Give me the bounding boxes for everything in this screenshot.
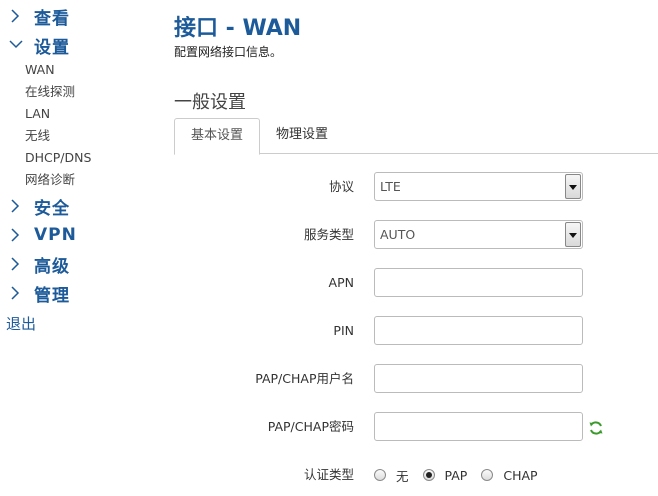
protocol-label: 协议 — [328, 179, 354, 194]
logout-link[interactable]: 退出 — [6, 313, 36, 334]
tab-physical-settings[interactable]: 物理设置 — [260, 118, 344, 154]
sidebar-item-network-diagnostics[interactable]: 网络诊断 — [25, 171, 75, 189]
radio-circle — [481, 469, 494, 481]
radio-circle — [374, 469, 386, 481]
chevron-right-icon — [6, 195, 28, 217]
sidebar-item-online-detect[interactable]: 在线探测 — [25, 83, 75, 101]
nav-item-view[interactable]: 查看 — [6, 5, 70, 29]
refresh-icon[interactable] — [588, 420, 604, 436]
chevron-right-icon — [6, 282, 28, 304]
pin-input[interactable] — [374, 316, 583, 345]
auth-type-pap-radio[interactable]: PAP — [422, 467, 468, 483]
service-type-label: 服务类型 — [303, 227, 354, 242]
radio-label: CHAP — [503, 467, 538, 483]
radio-label: 无 — [396, 468, 409, 484]
radio-label: PAP — [444, 467, 468, 483]
nav-item-label: 查看 — [34, 8, 70, 29]
auth-type-label: 认证类型 — [303, 467, 354, 482]
auth-type-chap-radio[interactable]: CHAP — [481, 467, 538, 483]
username-label: PAP/CHAP用户名 — [255, 371, 354, 386]
tab-basic-settings[interactable]: 基本设置 — [174, 118, 261, 155]
nav-item-label: 管理 — [34, 285, 70, 306]
section-title: 一般设置 — [174, 92, 246, 113]
nav-item-advanced[interactable]: 高级 — [6, 253, 70, 277]
service-type-select[interactable]: AUTO — [374, 220, 583, 249]
radio-circle — [422, 469, 435, 481]
username-input[interactable] — [374, 364, 583, 393]
nav-item-label: VPN — [34, 225, 77, 245]
pin-label: PIN — [333, 323, 354, 338]
apn-label: APN — [328, 275, 354, 290]
main-content: 接口 - WAN 配置网络接口信息。 一般设置 基本设置 物理设置 协议 LTE… — [174, 0, 658, 496]
nav-item-label: 安全 — [34, 198, 70, 219]
sidebar-item-dhcp-dns[interactable]: DHCP/DNS — [25, 149, 91, 167]
sidebar: 查看 设置 WAN 在线探测 LAN 无线 DHCP/DNS 网络诊断 安全 V… — [0, 0, 160, 496]
nav-item-settings[interactable]: 设置 — [6, 34, 70, 58]
tab-bar: 基本设置 物理设置 — [174, 118, 658, 155]
chevron-down-icon — [565, 222, 581, 247]
page-title: 接口 - WAN — [174, 16, 302, 41]
auth-type-radio-group: 无 PAP CHAP — [374, 464, 552, 486]
password-label: PAP/CHAP密码 — [267, 419, 354, 434]
nav-item-security[interactable]: 安全 — [6, 195, 70, 219]
chevron-right-icon — [6, 253, 28, 275]
sidebar-item-lan[interactable]: LAN — [25, 105, 50, 123]
auth-type-none-radio[interactable]: 无 — [374, 466, 409, 485]
page-description: 配置网络接口信息。 — [174, 45, 283, 59]
protocol-select[interactable]: LTE — [374, 172, 583, 201]
apn-input[interactable] — [374, 268, 583, 297]
password-input[interactable] — [374, 412, 583, 441]
chevron-down-icon — [565, 174, 581, 199]
sidebar-item-wireless[interactable]: 无线 — [25, 127, 50, 145]
chevron-right-icon — [6, 224, 28, 246]
nav-item-vpn[interactable]: VPN — [6, 224, 77, 246]
nav-item-label: 高级 — [34, 256, 70, 277]
protocol-select-value: LTE — [380, 179, 401, 194]
nav-item-label: 设置 — [34, 37, 70, 58]
chevron-down-icon — [6, 34, 28, 56]
sidebar-item-wan[interactable]: WAN — [25, 61, 55, 79]
chevron-right-icon — [6, 5, 28, 27]
service-type-select-value: AUTO — [380, 227, 416, 242]
nav-item-management[interactable]: 管理 — [6, 282, 70, 306]
